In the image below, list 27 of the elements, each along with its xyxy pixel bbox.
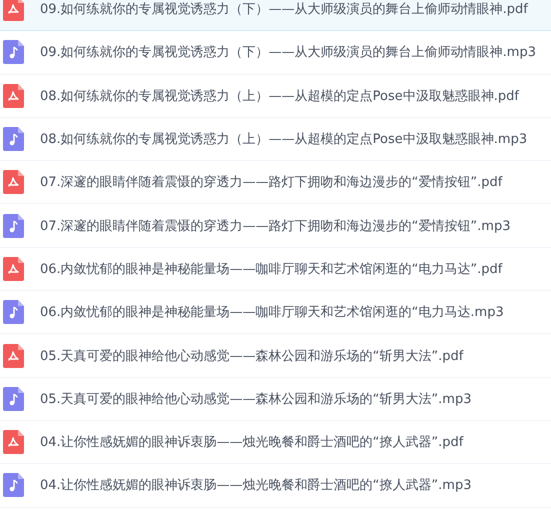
file-name: 09.如何练就你的专属视觉诱惑力（下）——从大师级演员的舞台上偷师动情眼神.mp3 bbox=[40, 44, 536, 62]
file-name: 05.天真可爱的眼神给他心动感觉——森林公园和游乐场的“斩男大法”.mp3 bbox=[40, 390, 472, 408]
music-file-icon bbox=[3, 300, 24, 324]
music-file-icon bbox=[3, 473, 24, 498]
file-name: 06.内敛忧郁的眼神是神秘能量场——咖啡厅聊天和艺术馆闲逛的“电力马达.mp3 bbox=[40, 304, 504, 322]
file-row[interactable]: 08.如何练就你的专属视觉诱惑力（上）——从超模的定点Pose中汲取魅惑眼神.pdf bbox=[0, 74, 551, 118]
file-name: 05.天真可爱的眼神给他心动感觉——森林公园和游乐场的“斩男大法”.pdf bbox=[40, 348, 464, 365]
pdf-file-icon bbox=[3, 84, 24, 108]
music-file-icon bbox=[3, 214, 24, 238]
pdf-file-icon bbox=[3, 430, 24, 454]
music-file-icon bbox=[3, 127, 24, 152]
music-file-icon bbox=[3, 386, 24, 411]
file-name: 08.如何练就你的专属视觉诱惑力（上）——从超模的定点Pose中汲取魅惑眼神.pdf bbox=[40, 88, 519, 105]
file-name: 09.如何练就你的专属视觉诱惑力（下）——从大师级演员的舞台上偷师动情眼神.pdf bbox=[40, 1, 528, 18]
pdf-file-icon bbox=[3, 170, 24, 194]
music-file-icon bbox=[3, 40, 24, 64]
file-name: 07.深邃的眼睛伴随着震慑的穿透力——路灯下拥吻和海边漫步的“爱情按钮”.mp3 bbox=[40, 218, 510, 235]
pdf-file-icon bbox=[3, 256, 24, 281]
file-name: 04.让你性感妩媚的眼神诉衷肠——烛光晚餐和爵士酒吧的“撩人武器”.mp3 bbox=[40, 477, 472, 494]
file-row[interactable]: 05.天真可爱的眼神给他心动感觉——森林公园和游乐场的“斩男大法”.mp3 bbox=[0, 378, 551, 421]
pdf-file-icon bbox=[3, 0, 24, 22]
file-name: 08.如何练就你的专属视觉诱惑力（上）——从超模的定点Pose中汲取魅惑眼神.mp3 bbox=[40, 131, 528, 148]
file-name: 04.让你性感妩媚的眼神诉衷肠——烛光晚餐和爵士酒吧的“撩人武器”.pdf bbox=[40, 434, 464, 452]
file-name: 07.深邃的眼睛伴随着震慑的穿透力——路灯下拥吻和海边漫步的“爱情按钮”.pdf bbox=[40, 174, 502, 192]
file-name: 06.内敛忧郁的眼神是神秘能量场——咖啡厅聊天和艺术馆闲逛的“电力马达”.pdf bbox=[40, 260, 502, 278]
pdf-file-icon bbox=[3, 344, 24, 368]
file-row[interactable]: 09.如何练就你的专属视觉诱惑力（下）——从大师级演员的舞台上偷师动情眼神.pdf bbox=[0, 0, 551, 32]
